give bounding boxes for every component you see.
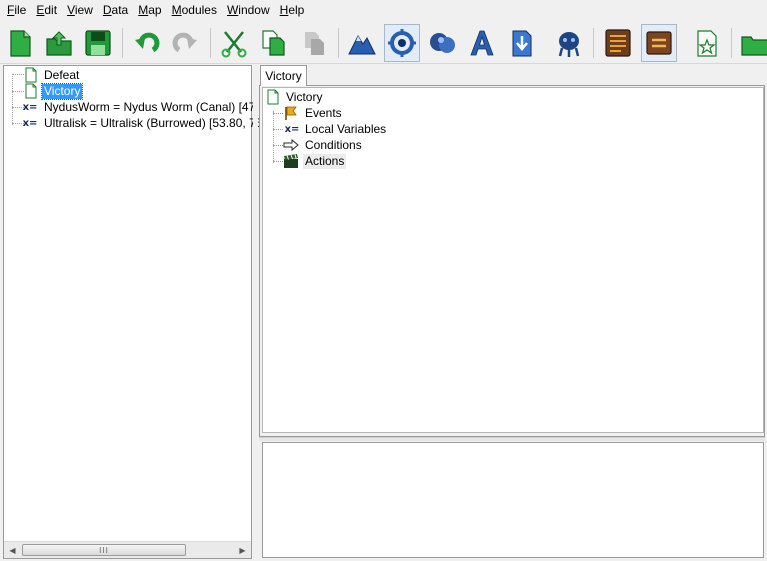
undo-button[interactable] [129, 24, 165, 62]
trigger-editor-icon [388, 29, 416, 57]
horizontal-scrollbar[interactable]: ◀ III ▶ [4, 541, 251, 558]
menu-file[interactable]: File [2, 0, 31, 20]
tree-connector [273, 113, 283, 114]
copy-button[interactable] [256, 24, 292, 62]
save-button[interactable] [80, 24, 116, 62]
ai-editor-button[interactable] [551, 24, 587, 62]
trigger-page-icon [25, 67, 37, 83]
toolbar [0, 22, 767, 64]
trigger-list-panel: Defeat Victory x= NydusWorm = Nydus Worm… [3, 65, 275, 559]
variable-icon: x= [22, 101, 38, 113]
menu-view[interactable]: View [62, 0, 98, 20]
tree-item-label: Victory [40, 82, 84, 100]
import-button[interactable] [504, 24, 540, 62]
save-icon [85, 30, 111, 56]
data-editor-button[interactable] [424, 24, 460, 62]
events-flag-icon [285, 106, 297, 120]
tab-label: Victory [265, 69, 302, 83]
horizontal-splitter[interactable] [259, 437, 765, 441]
copy-icon [262, 30, 285, 56]
tree-connector [273, 111, 274, 163]
vertical-splitter[interactable] [253, 65, 258, 559]
scroll-left-icon[interactable]: ◀ [4, 542, 21, 558]
tree-node-label: Conditions [305, 137, 362, 152]
menu-window[interactable]: Window [222, 0, 275, 20]
menu-help[interactable]: Help [275, 0, 310, 20]
cutscene-editor-button[interactable] [600, 24, 636, 62]
paste-icon [305, 32, 324, 55]
menu-data[interactable]: Data [98, 0, 133, 20]
paste-button[interactable] [296, 24, 332, 62]
tree-node-local-variables[interactable]: x= Local Variables [283, 121, 388, 137]
folder-button[interactable] [736, 24, 767, 62]
scrollbar-grip: III [99, 545, 109, 555]
new-document-icon [10, 30, 31, 57]
tree-item-label: Defeat [44, 67, 80, 82]
cutscene-editor-icon [605, 29, 631, 57]
new-document-button[interactable] [2, 24, 38, 62]
text-editor-icon [470, 30, 494, 56]
toolbar-separator [731, 28, 732, 58]
tree-item-label: Ultralisk = Ultralisk (Burrowed) [53.80,… [44, 115, 273, 130]
folder-icon [741, 36, 767, 56]
tree-node-label: Local Variables [305, 121, 387, 136]
cut-button[interactable] [216, 24, 252, 62]
scroll-right-icon[interactable]: ▶ [234, 542, 251, 558]
tree-item-variable[interactable]: x= NydusWorm = Nydus Worm (Canal) [47.50… [21, 99, 277, 115]
tree-item-victory[interactable]: Victory [23, 82, 84, 100]
tree-node-actions[interactable]: Actions [283, 153, 347, 169]
open-folder-icon [46, 31, 72, 56]
menu-edit[interactable]: Edit [31, 0, 62, 20]
import-icon [512, 30, 532, 57]
tree-node-label: Events [305, 105, 342, 120]
scrollbar-thumb[interactable]: III [22, 544, 186, 556]
trigger-page-icon [25, 83, 37, 99]
tree-connector [273, 145, 283, 146]
tree-root-label: Victory [286, 89, 323, 104]
tree-item-label: NydusWorm = Nydus Worm (Canal) [47.50, [44, 99, 276, 114]
variable-icon: x= [22, 117, 38, 129]
menu-map[interactable]: Map [133, 0, 166, 20]
text-editor-button[interactable] [464, 24, 500, 62]
toolbar-separator [210, 28, 211, 58]
tree-node-conditions[interactable]: Conditions [283, 137, 364, 153]
tree-node-events[interactable]: Events [283, 105, 344, 121]
trigger-editor-button[interactable] [384, 24, 420, 62]
actions-clapper-icon [284, 154, 298, 168]
toolbar-separator [593, 28, 594, 58]
achievement-button[interactable] [689, 24, 725, 62]
menu-modules[interactable]: Modules [167, 0, 222, 20]
open-button[interactable] [41, 24, 77, 62]
tree-connector [273, 129, 283, 130]
trigger-properties-pane [262, 442, 764, 558]
redo-button[interactable] [167, 24, 203, 62]
trigger-detail-tree: Victory Events x= Local Variables Condit… [262, 87, 764, 433]
ai-editor-icon [558, 32, 580, 57]
menu-bar: File Edit View Data Map Modules Window H… [0, 0, 767, 20]
tab-victory[interactable]: Victory [260, 65, 307, 86]
achievement-icon [697, 30, 717, 57]
tree-item-variable[interactable]: x= Ultralisk = Ultralisk (Burrowed) [53.… [21, 115, 274, 131]
data-editor-icon [430, 33, 455, 53]
trigger-page-icon [267, 89, 279, 105]
tree-root-victory[interactable]: Victory [265, 89, 324, 105]
tree-connector [12, 74, 13, 125]
undo-icon [135, 32, 160, 53]
variable-icon: x= [284, 123, 300, 135]
tree-item-defeat[interactable]: Defeat [23, 67, 81, 83]
redo-icon [172, 32, 197, 53]
toolbar-separator [122, 28, 123, 58]
toolbar-separator [338, 28, 339, 58]
conditions-arrow-icon [283, 138, 299, 152]
terrain-editor-button[interactable] [344, 24, 380, 62]
previewer-icon [646, 31, 672, 55]
previewer-button[interactable] [641, 24, 677, 62]
tree-node-label: Actions [303, 153, 347, 169]
tree-connector [273, 161, 283, 162]
cut-icon [221, 31, 247, 58]
terrain-editor-icon [348, 34, 376, 55]
